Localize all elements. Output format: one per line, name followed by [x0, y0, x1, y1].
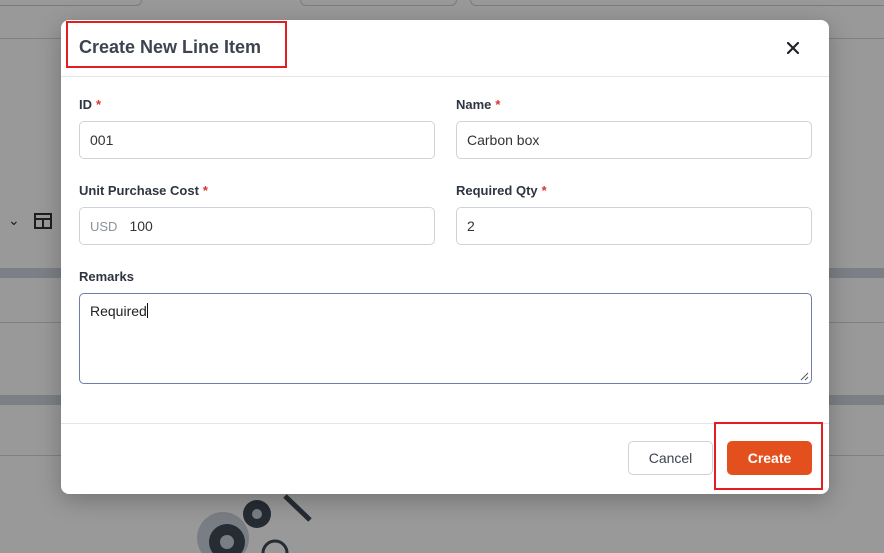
- create-highlight-box: [714, 422, 823, 490]
- resize-handle-icon[interactable]: [799, 371, 809, 381]
- remarks-textarea-value: Required: [90, 303, 147, 319]
- name-label-text: Name: [456, 97, 492, 112]
- required-mark: *: [495, 97, 501, 112]
- id-input[interactable]: 001: [79, 121, 435, 159]
- create-line-item-dialog: Create New Line Item ID * 001 Name * Carbo…: [61, 20, 829, 494]
- id-input-value: 001: [90, 132, 114, 148]
- required-qty-label-text: Required Qty: [456, 183, 538, 198]
- required-mark: *: [202, 183, 208, 198]
- unit-cost-input[interactable]: USD 100: [79, 207, 435, 245]
- required-qty-label: Required Qty *: [456, 183, 547, 198]
- cancel-button[interactable]: Cancel: [628, 441, 713, 475]
- required-mark: *: [541, 183, 547, 198]
- unit-cost-input-value: 100: [129, 218, 153, 234]
- required-qty-input[interactable]: 2: [456, 207, 812, 245]
- unit-cost-label-text: Unit Purchase Cost: [79, 183, 199, 198]
- required-mark: *: [96, 97, 102, 112]
- text-caret: [146, 303, 148, 318]
- id-label: ID *: [79, 97, 101, 112]
- title-highlight-box: [66, 21, 287, 68]
- currency-prefix: USD: [90, 218, 118, 234]
- dialog-footer: Cancel Create: [61, 422, 829, 495]
- name-label: Name *: [456, 97, 500, 112]
- name-input[interactable]: Carbon box: [456, 121, 812, 159]
- name-input-value: Carbon box: [467, 132, 540, 148]
- close-icon: [787, 42, 799, 54]
- close-button[interactable]: [781, 36, 805, 60]
- dialog-header: Create New Line Item: [61, 20, 829, 77]
- unit-cost-label: Unit Purchase Cost *: [79, 183, 208, 198]
- id-label-text: ID: [79, 97, 92, 112]
- remarks-label: Remarks: [79, 269, 134, 284]
- required-qty-input-value: 2: [467, 218, 475, 234]
- remarks-textarea[interactable]: Required: [79, 293, 812, 384]
- remarks-label-text: Remarks: [79, 269, 134, 284]
